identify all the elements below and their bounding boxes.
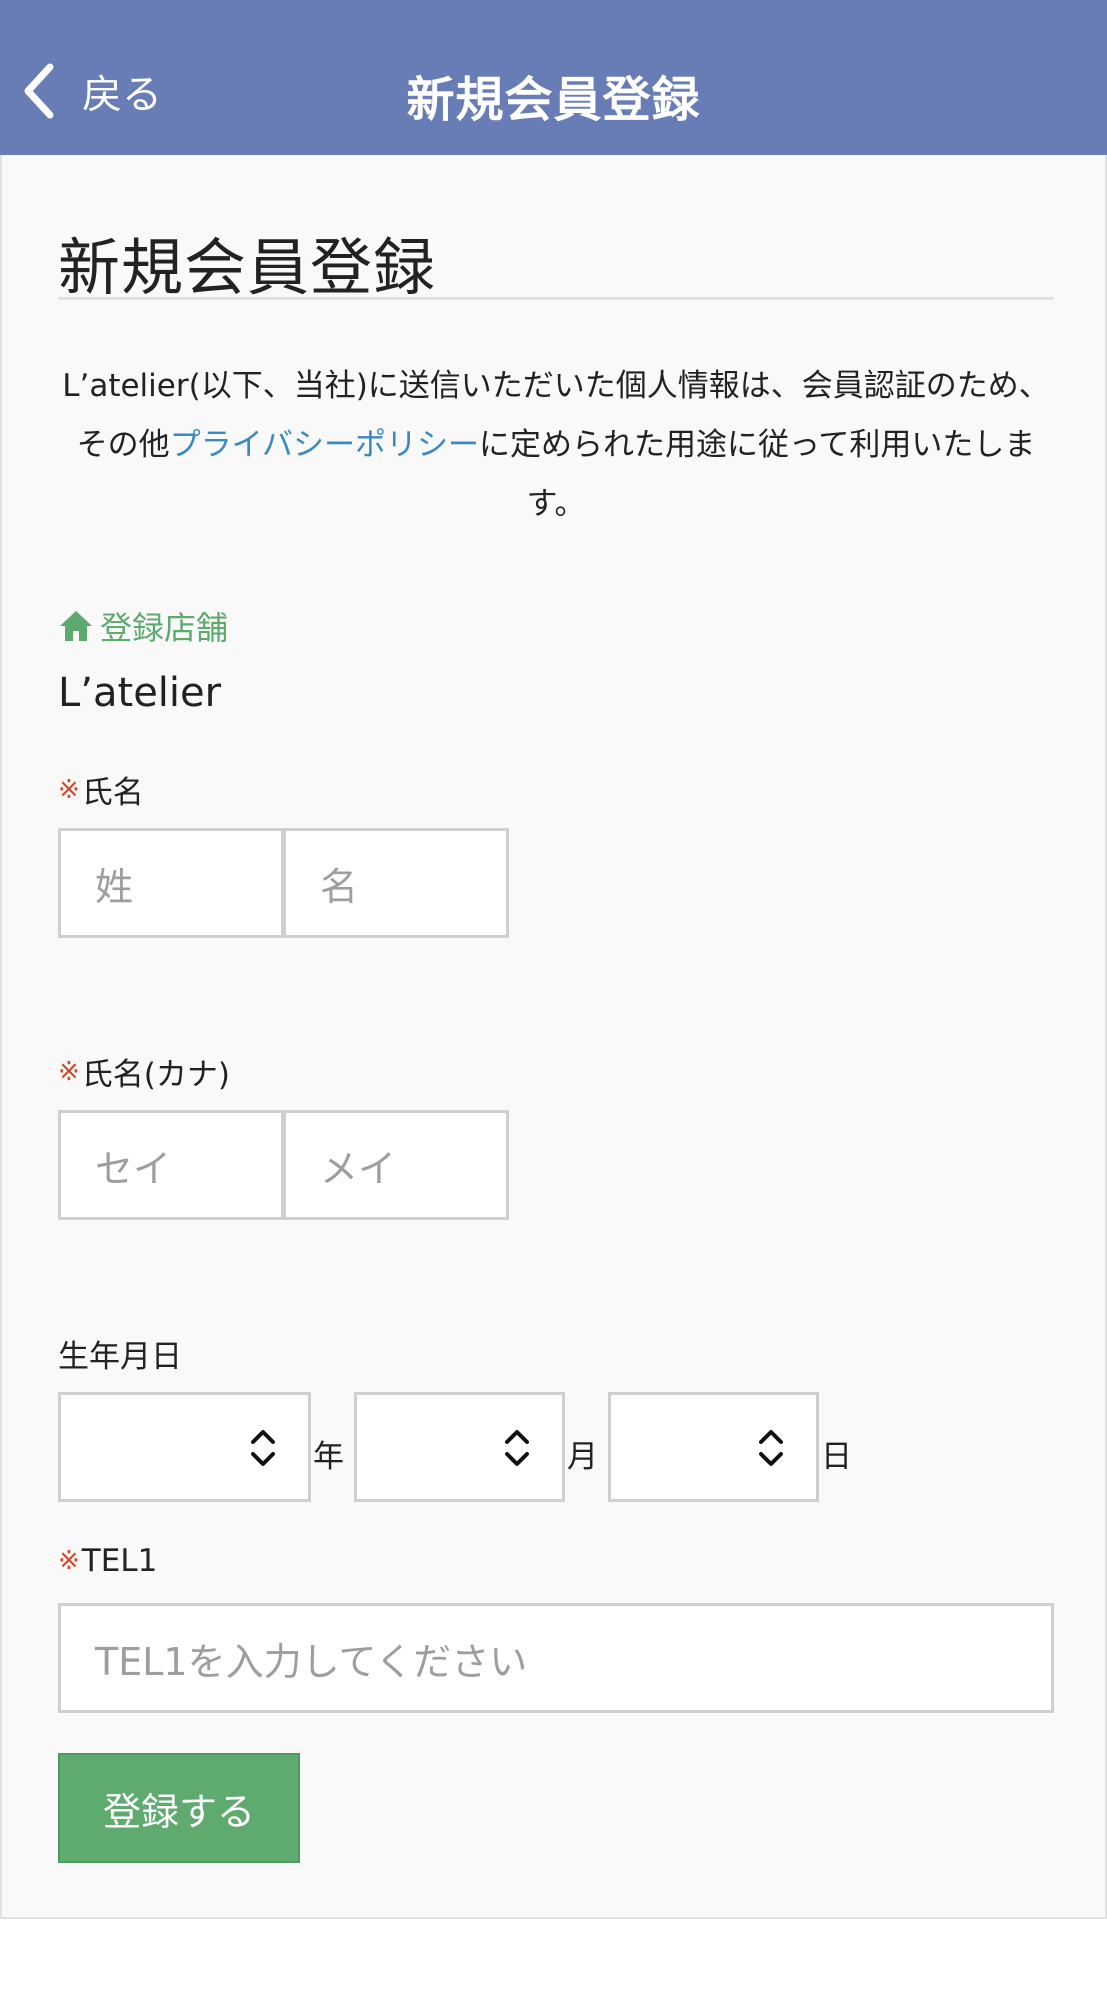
month-unit: 月 xyxy=(567,1439,598,1475)
first-name-kana-input[interactable]: メイ xyxy=(283,1110,509,1220)
tel-label: ※ TEL1 xyxy=(58,1543,157,1579)
kana-label: ※ 氏名(カナ) xyxy=(58,1049,230,1094)
register-button[interactable]: 登録する xyxy=(58,1753,300,1863)
home-icon xyxy=(60,611,92,641)
title-divider xyxy=(58,297,1054,300)
store-label-text: 登録店舗 xyxy=(100,609,229,647)
store-label: 登録店舗 xyxy=(58,603,228,649)
first-name-input[interactable]: 名 xyxy=(283,828,509,938)
birth-year-select[interactable] xyxy=(58,1392,311,1502)
page-title: 新規会員登録 xyxy=(58,231,437,304)
up-down-chevron-icon xyxy=(505,1430,529,1466)
tel-input[interactable]: TEL1を入力してください xyxy=(58,1603,1054,1713)
required-mark: ※ xyxy=(58,774,80,805)
birthday-label: 生年月日 xyxy=(58,1331,182,1376)
year-unit: 年 xyxy=(313,1439,344,1475)
birthday-label-text: 生年月日 xyxy=(58,1339,182,1375)
first-name-kana-placeholder: メイ xyxy=(320,1146,397,1191)
tel-label-text: TEL1 xyxy=(81,1543,158,1579)
up-down-chevron-icon xyxy=(251,1430,275,1466)
last-name-kana-input[interactable]: セイ xyxy=(58,1110,284,1220)
required-mark: ※ xyxy=(58,1546,80,1576)
kana-label-text: 氏名(カナ) xyxy=(81,1057,230,1093)
birth-day-select[interactable] xyxy=(608,1392,819,1502)
last-name-input[interactable]: 姓 xyxy=(58,828,284,938)
name-label-text: 氏名 xyxy=(81,775,144,811)
first-name-placeholder: 名 xyxy=(320,864,359,909)
tel-placeholder: TEL1を入力してください xyxy=(95,1639,528,1684)
privacy-notice: L’atelier(以下、当社)に送信いただいた個人情報は、会員認証のため、その… xyxy=(58,357,1054,534)
app-header: 戻る 新規会員登録 xyxy=(0,0,1107,155)
birth-month-select[interactable] xyxy=(354,1392,565,1502)
last-name-kana-placeholder: セイ xyxy=(95,1146,172,1191)
up-down-chevron-icon xyxy=(759,1430,783,1466)
notice-text-after: に定められた用途に従って利用いたします。 xyxy=(478,427,1036,522)
store-name: L’atelier xyxy=(58,670,222,716)
header-title: 新規会員登録 xyxy=(406,72,701,128)
registration-panel: 新規会員登録 L’atelier(以下、当社)に送信いただいた個人情報は、会員認… xyxy=(0,155,1107,1919)
required-mark: ※ xyxy=(58,1056,80,1087)
name-label: ※ 氏名 xyxy=(58,767,144,812)
privacy-policy-link[interactable]: プライバシーポリシー xyxy=(170,427,479,463)
day-unit: 日 xyxy=(821,1439,852,1475)
last-name-placeholder: 姓 xyxy=(95,864,134,909)
